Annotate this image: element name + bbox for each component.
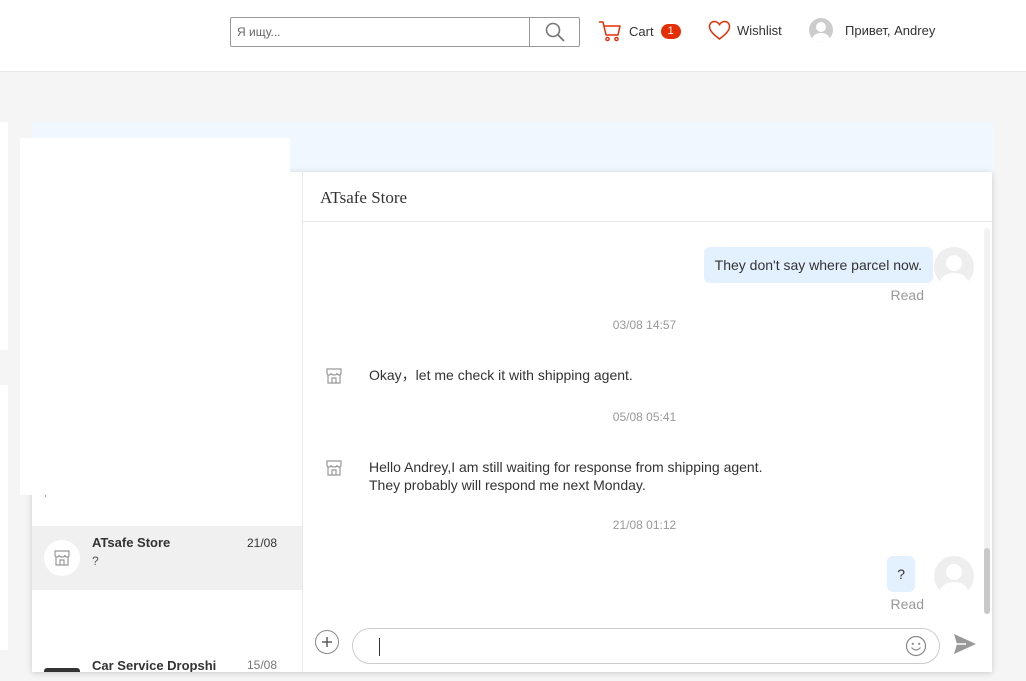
send-icon[interactable] bbox=[953, 633, 977, 655]
emoji-icon[interactable] bbox=[905, 635, 927, 657]
chat-header: ATsafe Store bbox=[303, 172, 992, 222]
conversation-preview: ? bbox=[92, 554, 99, 568]
store-icon bbox=[326, 460, 342, 476]
chat-title: ATsafe Store bbox=[320, 188, 408, 207]
store-avatar bbox=[44, 668, 80, 672]
conversation-date: 15/08 bbox=[246, 658, 277, 672]
message-composer bbox=[303, 620, 992, 672]
read-status: Read bbox=[890, 287, 924, 303]
store-message-text: Okay，let me check it with shipping agent… bbox=[369, 367, 633, 383]
left-edge-panel bbox=[0, 385, 8, 650]
user-avatar-icon bbox=[934, 247, 974, 287]
conversation-name: ATsafe Store bbox=[92, 535, 171, 550]
plus-icon bbox=[322, 637, 332, 647]
user-avatar-icon bbox=[809, 18, 833, 42]
message-timestamp: 21/08 01:12 bbox=[612, 518, 677, 532]
overlay-panel bbox=[20, 138, 290, 495]
cart-label: Cart bbox=[629, 23, 654, 39]
conversation-date: 21/08 bbox=[246, 536, 277, 550]
search-bar bbox=[230, 17, 580, 47]
user-avatar-icon bbox=[934, 556, 974, 596]
search-input[interactable] bbox=[231, 18, 529, 46]
wishlist-link[interactable]: Wishlist bbox=[708, 20, 782, 41]
my-message-bubble: They don't say where parcel now. bbox=[703, 247, 933, 283]
message-scrollbar[interactable] bbox=[984, 228, 990, 614]
search-button[interactable] bbox=[529, 18, 579, 46]
greeting-text: Привет, Andrey bbox=[845, 22, 936, 38]
message-timestamp: 05/08 05:41 bbox=[612, 410, 677, 424]
site-header: Cart 1 Wishlist Привет, Andrey bbox=[0, 0, 1026, 72]
my-message-bubble: ? bbox=[887, 556, 915, 592]
message-input[interactable] bbox=[352, 628, 940, 664]
read-status: Read bbox=[890, 596, 924, 612]
message-timestamp: 03/08 14:57 bbox=[612, 318, 677, 332]
attach-button[interactable] bbox=[315, 630, 339, 654]
conversation-name: Car Service Dropshi bbox=[92, 658, 217, 672]
left-edge-panel bbox=[0, 122, 8, 350]
store-avatar bbox=[44, 540, 80, 576]
cart-icon bbox=[599, 21, 621, 42]
search-icon bbox=[545, 22, 564, 42]
conversation-item-atsafe[interactable]: ATsafe Store 21/08 ? bbox=[32, 526, 302, 590]
message-thread: They don't say where parcel now. Read 03… bbox=[303, 222, 992, 620]
conversation-item-car-service[interactable]: Car Service Dropshi 15/08 bbox=[32, 658, 302, 672]
text-caret bbox=[379, 638, 380, 656]
store-message-line: Hello Andrey,I am still waiting for resp… bbox=[369, 459, 763, 475]
account-menu[interactable]: Привет, Andrey bbox=[809, 18, 935, 42]
scrollbar-thumb[interactable] bbox=[984, 548, 990, 614]
store-icon bbox=[326, 368, 342, 384]
heart-icon bbox=[708, 20, 731, 40]
cart-link[interactable]: Cart 1 bbox=[598, 20, 681, 42]
cart-count-badge: 1 bbox=[660, 23, 681, 39]
store-icon bbox=[54, 550, 70, 566]
wishlist-label: Wishlist bbox=[737, 23, 782, 38]
store-message-line: They probably will respond me next Monda… bbox=[369, 477, 646, 493]
